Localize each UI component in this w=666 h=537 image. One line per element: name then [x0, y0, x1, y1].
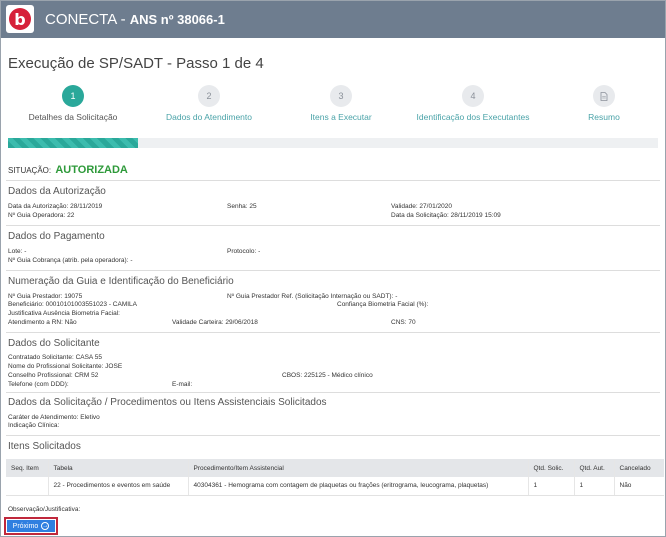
- field-data-solicitacao: Data da Solicitação: 28/11/2019 15:09: [391, 212, 501, 219]
- cell-qtd-aut: 1: [573, 477, 614, 496]
- logo: b: [6, 5, 34, 33]
- section-title-solicitacao: Dados da Solicitação / Procedimentos ou …: [8, 397, 327, 408]
- field-validade: Validade: 27/01/2020: [391, 203, 452, 210]
- cell-qtd-solic: 1: [527, 477, 574, 496]
- cell-tabela: 22 - Procedimentos e eventos em saúde: [47, 477, 188, 496]
- progress-fill: [8, 138, 138, 148]
- step-number: 3: [330, 85, 352, 107]
- section-title-solicitante: Dados do Solicitante: [8, 338, 100, 349]
- step-detalhes[interactable]: 1 Detalhes da Solicitação: [3, 85, 143, 122]
- column-header: Qtd. Solic.: [527, 459, 574, 477]
- progress-bar: [8, 138, 658, 148]
- field-validade-carteira: Validade Carteira: 29/06/2018: [172, 319, 258, 326]
- field-data-autorizacao: Data da Autorização: 28/11/2019: [8, 203, 103, 210]
- step-number: 4: [462, 85, 484, 107]
- table-header-row: Seq. Item Tabela Procedimento/Item Assis…: [6, 459, 664, 477]
- field-senha: Senha: 25: [227, 203, 257, 210]
- step-label: Resumo: [588, 112, 620, 122]
- field-guia-prestador: Nº Guia Prestador: 19075: [8, 293, 83, 300]
- wizard-steps: 1 Detalhes da Solicitação 2 Dados do Ate…: [0, 85, 666, 125]
- field-protocolo: Protocolo: -: [227, 248, 261, 255]
- column-header: Tabela: [47, 459, 188, 477]
- cell-cancelado: Não: [613, 477, 664, 496]
- brand-name: CONECTA: [45, 11, 117, 28]
- column-header: Seq. Item: [6, 459, 48, 477]
- step-label: Itens a Executar: [310, 112, 372, 122]
- status-badge: AUTORIZADA: [55, 164, 128, 176]
- next-button[interactable]: Próximo →: [7, 520, 55, 532]
- column-header: Qtd. Aut.: [573, 459, 614, 477]
- field-guia-operadora: Nº Guia Operadora: 22: [8, 212, 75, 219]
- window-frame: [0, 0, 666, 537]
- items-table: Seq. Item Tabela Procedimento/Item Assis…: [6, 459, 664, 496]
- field-email: E-mail:: [172, 381, 193, 388]
- section-title-pagamento: Dados do Pagamento: [8, 231, 105, 242]
- divider: [6, 332, 660, 333]
- field-profissional-solicitante: Nome do Profissional Solicitante: JOSE: [8, 363, 123, 370]
- top-bar: b CONECTA - ANS nº 38066-1: [1, 1, 665, 38]
- step-label: Identificação dos Executantes: [416, 112, 530, 122]
- section-title-autorizacao: Dados da Autorização: [8, 186, 106, 197]
- field-lote: Lote: -: [8, 248, 27, 255]
- divider: [6, 270, 660, 271]
- step-number: 1: [62, 85, 84, 107]
- step-itens[interactable]: 3 Itens a Executar: [271, 85, 411, 122]
- divider: [6, 392, 660, 393]
- cell-procedimento: 40304361 - Hemograma com contagem de pla…: [187, 477, 528, 496]
- cell-seq: [6, 477, 48, 496]
- table-row: 22 - Procedimentos e eventos em saúde 40…: [6, 477, 664, 496]
- field-confianca-biometria: Confiança Biometria Facial (%):: [337, 301, 429, 308]
- field-contratado-solicitante: Contratado Solicitante: CASA 55: [8, 354, 102, 361]
- step-label: Dados do Atendimento: [165, 112, 252, 122]
- next-button-label: Próximo: [12, 522, 39, 530]
- document-icon: [593, 85, 615, 107]
- next-button-highlight: Próximo →: [4, 517, 58, 535]
- step-resumo[interactable]: Resumo: [534, 85, 666, 122]
- field-cbos: CBOS: 225125 - Médico clínico: [282, 372, 373, 379]
- section-title-itens: Itens Solicitados: [8, 441, 81, 452]
- divider: [6, 225, 660, 226]
- divider: [6, 435, 660, 436]
- status-line: SITUAÇÃO: AUTORIZADA: [8, 164, 128, 176]
- field-indicacao-clinica: Indicação Clínica:: [8, 422, 60, 429]
- step-executantes[interactable]: 4 Identificação dos Executantes: [403, 85, 543, 122]
- field-observacao: Observação/Justificativa:: [8, 506, 81, 513]
- step-number: 2: [198, 85, 220, 107]
- field-cns: CNS: 70: [391, 319, 416, 326]
- app-title: CONECTA - ANS nº 38066-1: [45, 11, 225, 28]
- ans-number: ANS nº 38066-1: [129, 12, 225, 27]
- field-carater-atendimento: Caráter de Atendimento: Eletivo: [8, 414, 100, 421]
- field-guia-prestador-ref: Nº Guia Prestador Ref. (Solicitação Inte…: [227, 293, 398, 300]
- field-atendimento-rn: Atendimento a RN: Não: [8, 319, 77, 326]
- field-telefone: Telefone (com DDD):: [8, 381, 69, 388]
- arrow-right-icon: →: [41, 522, 50, 530]
- field-guia-cobranca: Nº Guia Cobrança (atrib. pela operadora)…: [8, 257, 133, 264]
- column-header: Cancelado: [613, 459, 664, 477]
- brand-logo-icon: b: [9, 8, 31, 30]
- divider: [6, 180, 660, 181]
- status-label: SITUAÇÃO:: [8, 166, 52, 175]
- field-beneficiario: Beneficiário: 00010101003551023 - CAMILA: [8, 301, 138, 308]
- field-justificativa-biometria: Justificativa Ausência Biometria Facial:: [8, 310, 120, 317]
- step-label: Detalhes da Solicitação: [28, 112, 118, 122]
- section-title-beneficiario: Numeração da Guia e Identificação do Ben…: [8, 276, 234, 287]
- step-atendimento[interactable]: 2 Dados do Atendimento: [139, 85, 279, 122]
- field-conselho-profissional: Conselho Profissional: CRM 52: [8, 372, 99, 379]
- page-title: Execução de SP/SADT - Passo 1 de 4: [8, 55, 264, 72]
- column-header: Procedimento/Item Assistencial: [187, 459, 528, 477]
